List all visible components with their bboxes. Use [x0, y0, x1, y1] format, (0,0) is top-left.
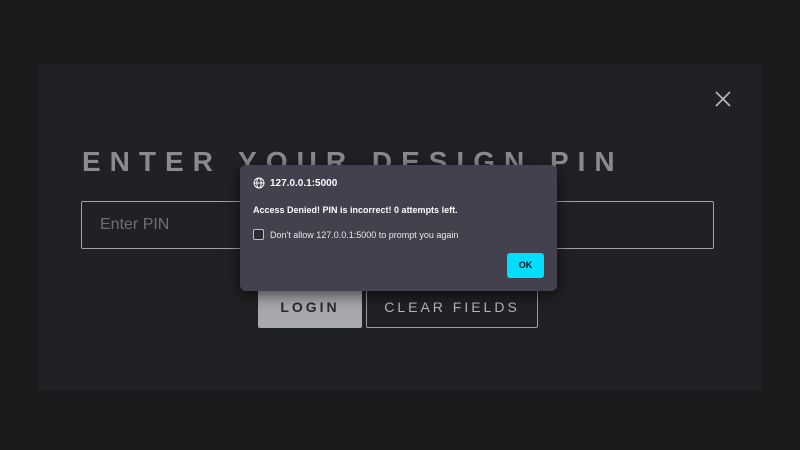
dont-allow-label[interactable]: Don't allow 127.0.0.1:5000 to prompt you…: [270, 230, 458, 240]
ok-button[interactable]: OK: [507, 253, 544, 278]
dialog-prompt-option: Don't allow 127.0.0.1:5000 to prompt you…: [253, 229, 458, 240]
dont-allow-checkbox[interactable]: [253, 229, 264, 240]
close-icon: [715, 91, 731, 107]
dialog-origin-text: 127.0.0.1:5000: [270, 177, 338, 189]
alert-dialog: 127.0.0.1:5000 Access Denied! PIN is inc…: [240, 165, 557, 291]
close-button[interactable]: [712, 88, 734, 110]
globe-icon: [253, 177, 265, 189]
clear-fields-button[interactable]: CLEAR FIELDS: [366, 286, 538, 328]
login-button[interactable]: LOGIN: [258, 286, 362, 328]
dialog-message: Access Denied! PIN is incorrect! 0 attem…: [253, 205, 458, 215]
dialog-origin: 127.0.0.1:5000: [253, 177, 337, 189]
